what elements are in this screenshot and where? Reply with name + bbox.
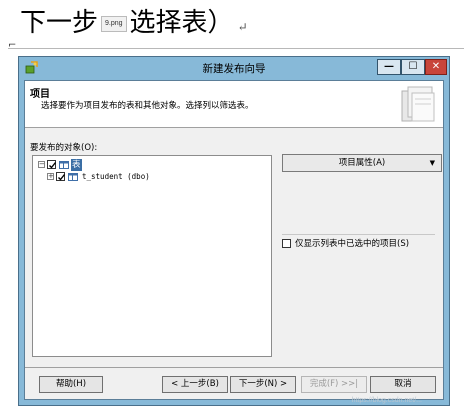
heading-suffix: 选择表） <box>129 8 234 38</box>
back-button[interactable]: < 上一步(B) <box>162 376 228 393</box>
document-divider <box>8 48 464 49</box>
tables-node-label[interactable]: 表 <box>71 159 82 171</box>
table-folder-icon <box>59 161 69 169</box>
show-only-checked-label: 仅显示列表中已选中的项目(S) <box>295 239 410 249</box>
wizard-client-area: 项目 选择要作为项目发布的表和其他对象。选择列以筛选表。 要发布的对象(O): … <box>24 80 444 400</box>
footer-divider <box>25 367 443 368</box>
doc-corner-mark: ⌐ <box>8 40 17 51</box>
minimize-button[interactable]: — <box>377 59 401 75</box>
close-button[interactable]: ✕ <box>425 59 447 75</box>
article-properties-label: 项目属性(A) <box>338 158 386 168</box>
objects-to-publish-label: 要发布的对象(O): <box>30 143 98 153</box>
checkmark-icon <box>58 174 66 181</box>
maximize-button[interactable]: ☐ <box>401 59 425 75</box>
title-bar[interactable]: 新建发布向导 — ☐ ✕ <box>19 57 449 79</box>
t-student-label[interactable]: t_student (dbo) <box>82 171 150 183</box>
watermark-text: https://blog.csdn.net/... <box>351 397 422 404</box>
tables-checkbox[interactable] <box>47 160 57 169</box>
image-placeholder-chip: 9.png <box>101 16 127 32</box>
heading-prefix: 下一步 <box>20 8 99 38</box>
finish-button[interactable]: 完成(F) >>| <box>301 376 367 393</box>
tree-node-table[interactable]: + t_student (dbo) <box>45 171 205 183</box>
article-properties-dropdown[interactable]: 项目属性(A) ▼ <box>282 154 442 172</box>
show-only-checked-option[interactable]: 仅显示列表中已选中的项目(S) <box>282 239 409 250</box>
t-student-checkbox[interactable] <box>56 172 66 181</box>
expand-icon[interactable]: + <box>47 173 54 180</box>
cancel-button[interactable]: 取消 <box>370 376 436 393</box>
dropdown-arrow-icon: ▼ <box>429 159 435 167</box>
tree-node-tables[interactable]: − 表 <box>36 159 116 171</box>
table-icon <box>68 173 78 181</box>
page-title: 项目 <box>30 89 50 100</box>
objects-tree[interactable]: − 表 + t_student (dbo) <box>32 155 272 357</box>
help-button[interactable]: 帮助(H) <box>39 376 103 393</box>
show-only-checked-checkbox[interactable] <box>282 239 291 248</box>
paragraph-mark: ↵ <box>237 20 248 34</box>
collapse-icon[interactable]: − <box>38 161 45 168</box>
document-heading: 下一步 9.png 选择表） ↵ <box>20 6 248 44</box>
publication-books-icon <box>401 86 435 122</box>
wizard-header: 项目 选择要作为项目发布的表和其他对象。选择列以筛选表。 <box>25 81 443 128</box>
next-button[interactable]: 下一步(N) > <box>230 376 296 393</box>
options-divider <box>282 234 435 235</box>
new-publication-wizard-window: 新建发布向导 — ☐ ✕ 项目 选择要作为项目发布的表和其他对象。选择列以筛选表… <box>18 56 450 406</box>
page-description: 选择要作为项目发布的表和其他对象。选择列以筛选表。 <box>41 101 254 111</box>
checkmark-icon <box>49 162 57 169</box>
